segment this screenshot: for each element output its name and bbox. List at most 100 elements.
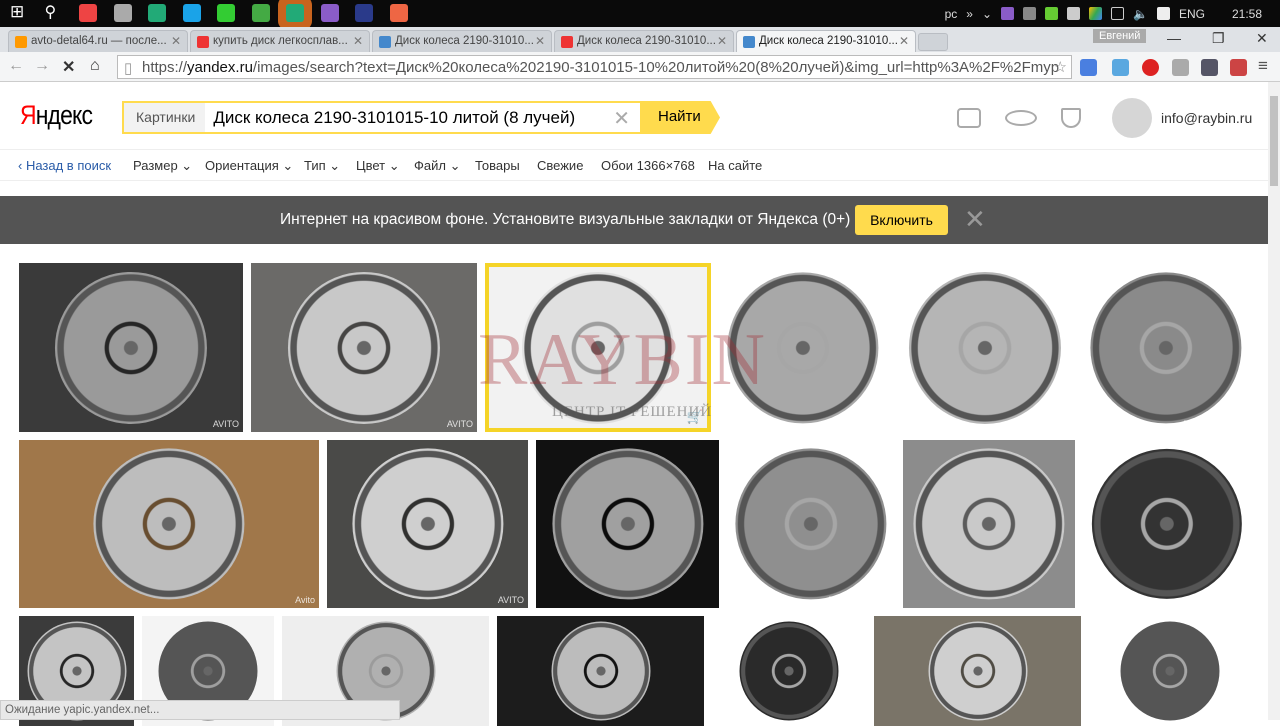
network-icon[interactable]: [1111, 7, 1124, 20]
browser-tab[interactable]: купить диск легкосплав... ✕: [190, 30, 370, 52]
image-result[interactable]: AVITO: [19, 263, 243, 432]
qr-tray-icon[interactable]: [1023, 7, 1036, 20]
translate-extension-icon[interactable]: [1080, 59, 1097, 76]
back-icon[interactable]: ←: [8, 57, 24, 75]
enable-button[interactable]: Включить: [855, 205, 948, 235]
taskbar-chrome-icon[interactable]: [79, 4, 97, 22]
back-to-search-link[interactable]: ‹ Назад в поиск: [18, 158, 111, 173]
taskbar-explorer-icon[interactable]: [113, 4, 132, 22]
opera-extension-icon[interactable]: [1142, 59, 1159, 76]
power-tray-icon[interactable]: [1067, 7, 1080, 20]
service-label[interactable]: Картинки: [124, 103, 206, 132]
filter-item[interactable]: Размер ⌄: [133, 158, 192, 174]
drive-tray-icon[interactable]: [1089, 7, 1102, 20]
menu-icon[interactable]: ≡: [1258, 56, 1268, 76]
filter-item[interactable]: Ориентация ⌄: [205, 158, 293, 174]
image-result[interactable]: AVITO: [327, 440, 528, 608]
windows-taskbar: ⊞ ⚲ pc » ⌄ 🔈 ENG 21:58: [0, 0, 1280, 27]
clear-icon[interactable]: ✕: [603, 103, 640, 132]
bookmark-star-icon[interactable]: ☆: [1054, 58, 1067, 76]
volume-icon[interactable]: 🔈: [1133, 7, 1148, 21]
image-result[interactable]: [1083, 440, 1250, 608]
taskbar-photoshop-icon[interactable]: [355, 4, 373, 22]
filter-item[interactable]: Тип ⌄: [304, 158, 340, 174]
taskbar-viber-icon[interactable]: [320, 4, 339, 22]
taskbar-start-icon[interactable]: ⊞: [10, 2, 28, 21]
close-window-button[interactable]: ✕: [1256, 30, 1268, 47]
image-result[interactable]: [874, 616, 1081, 726]
yandex-header: Яндекс Картинки ✕ Найти info@raybin.ru: [0, 82, 1268, 150]
promo-banner: Интернет на красивом фоне. Установите ви…: [0, 196, 1268, 244]
close-tab-icon[interactable]: ✕: [535, 34, 545, 48]
address-bar[interactable]: ▯ https://yandex.ru/images/search?text=Д…: [117, 55, 1072, 79]
filter-item[interactable]: На сайте: [708, 158, 762, 173]
yandex-logo[interactable]: Яндекс: [20, 100, 93, 131]
taskbar-skype-icon[interactable]: [182, 4, 201, 22]
home-icon[interactable]: ⌂: [90, 57, 100, 75]
browser-tab[interactable]: Диск колеса 2190-31010... ✕: [554, 30, 734, 52]
browser-tab[interactable]: avto-detal64.ru — после... ✕: [8, 30, 188, 52]
tray-text: pc: [944, 6, 958, 21]
clock[interactable]: 21:58: [1232, 7, 1262, 21]
browser-tab[interactable]: Диск колеса 2190-31010... ✕: [372, 30, 552, 52]
image-result[interactable]: [711, 616, 866, 726]
extension-badge-icon[interactable]: [1230, 59, 1247, 76]
new-tab-button[interactable]: [918, 33, 948, 51]
source-badge: AVITO: [446, 419, 473, 429]
extension-gray-icon[interactable]: [1172, 59, 1189, 76]
viber-tray-icon[interactable]: [1001, 7, 1014, 20]
image-result[interactable]: [1089, 616, 1250, 726]
image-result[interactable]: TOPDETAL.RU: [1082, 263, 1250, 432]
shield-icon[interactable]: [1061, 108, 1081, 128]
taskbar-clover-icon[interactable]: [251, 4, 270, 22]
filter-item[interactable]: Цвет ⌄: [356, 158, 400, 174]
taskbar-app-orange-icon[interactable]: [286, 4, 304, 22]
close-banner-icon[interactable]: ✕: [964, 204, 986, 235]
taskbar-chat-icon[interactable]: [217, 4, 235, 22]
stop-icon[interactable]: ✕: [62, 57, 75, 77]
profile-name[interactable]: Евгений: [1093, 29, 1147, 43]
extension-colorful-icon[interactable]: [1201, 59, 1218, 76]
taskbar-app-blue-icon[interactable]: [148, 4, 166, 22]
image-result[interactable]: AVITO: [251, 263, 477, 432]
image-result[interactable]: [895, 263, 1074, 432]
forward-icon[interactable]: →: [34, 57, 50, 75]
close-tab-icon[interactable]: ✕: [899, 34, 909, 48]
source-badge: Avito: [295, 595, 315, 605]
image-result[interactable]: [536, 440, 719, 608]
cart-icon[interactable]: 🛒: [687, 409, 703, 425]
minimize-button[interactable]: —: [1167, 30, 1181, 46]
filter-item[interactable]: Свежие: [537, 158, 583, 173]
extension-icon[interactable]: [1112, 59, 1129, 76]
search-box: Картинки ✕: [122, 101, 642, 134]
filter-item[interactable]: Файл ⌄: [414, 158, 460, 174]
image-result[interactable]: [903, 440, 1075, 608]
image-result[interactable]: [719, 263, 887, 432]
scrollbar[interactable]: [1268, 82, 1280, 720]
disk-icon[interactable]: [1005, 110, 1037, 126]
filter-item[interactable]: Товары: [475, 158, 520, 173]
search-input[interactable]: [205, 103, 604, 132]
close-tab-icon[interactable]: ✕: [353, 34, 363, 48]
close-tab-icon[interactable]: ✕: [171, 34, 181, 48]
image-result[interactable]: TOPDETAL.RU: [726, 440, 895, 608]
taskbar-office-icon[interactable]: [389, 4, 408, 22]
language-indicator[interactable]: ENG: [1179, 7, 1205, 21]
avatar[interactable]: [1112, 98, 1152, 138]
filter-item[interactable]: Обои 1366×768: [601, 158, 695, 173]
close-tab-icon[interactable]: ✕: [717, 34, 727, 48]
image-result[interactable]: Avito: [19, 440, 319, 608]
image-result[interactable]: 🛒: [485, 263, 711, 432]
tray-chevron-icon[interactable]: ⌄: [982, 7, 992, 21]
taskbar-search-icon[interactable]: ⚲: [45, 2, 63, 21]
evernote-tray-icon[interactable]: [1045, 7, 1058, 20]
user-email[interactable]: info@raybin.ru: [1161, 110, 1252, 126]
browser-tab[interactable]: Диск колеса 2190-31010... ✕: [736, 30, 916, 52]
image-result[interactable]: [497, 616, 704, 726]
scrollbar-thumb[interactable]: [1270, 96, 1278, 186]
notifications-icon[interactable]: [1156, 7, 1170, 20]
camera-search-icon[interactable]: [957, 108, 981, 128]
tray-overflow-icon[interactable]: »: [966, 7, 973, 21]
restore-button[interactable]: ❐: [1212, 30, 1225, 47]
find-button[interactable]: Найти: [642, 101, 720, 134]
